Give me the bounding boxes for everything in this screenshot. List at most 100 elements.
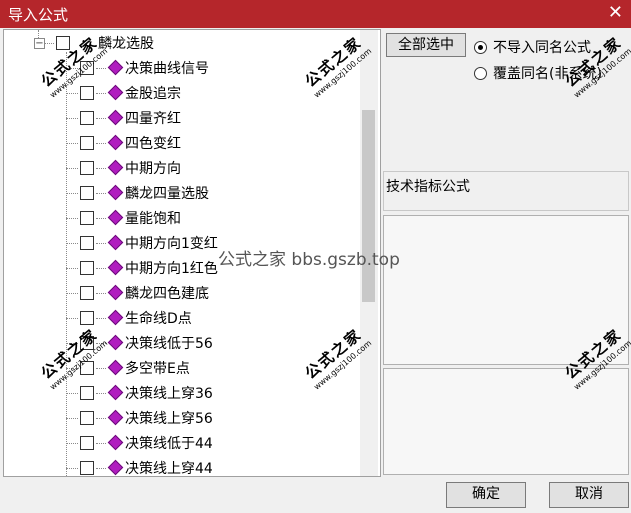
tree-line — [96, 268, 106, 269]
tree-line — [66, 318, 78, 319]
formula-gem-icon — [107, 184, 124, 201]
tree-line — [96, 118, 106, 119]
tree-line — [96, 143, 106, 144]
tree-item[interactable]: 生命线D点 — [4, 307, 354, 329]
tree-item-label: 四量齐红 — [125, 111, 181, 127]
radio-circle[interactable] — [474, 40, 487, 54]
item-checkbox[interactable] — [80, 136, 94, 150]
tree-line — [96, 68, 106, 69]
tree-line — [96, 243, 106, 244]
tree-line — [96, 193, 106, 194]
tree-item[interactable]: 四量齐红 — [4, 107, 354, 129]
tree-line — [66, 193, 78, 194]
scrollbar-thumb[interactable] — [362, 110, 375, 302]
tree-line — [66, 243, 78, 244]
formula-gem-icon — [107, 359, 124, 376]
window-title: 导入公式 — [8, 6, 69, 24]
bottom-bar: 确定 取消 — [0, 478, 631, 513]
tree-line — [66, 468, 78, 469]
formula-gem-icon — [107, 134, 124, 151]
item-checkbox[interactable] — [80, 86, 94, 100]
radio-skip-label: 不导入同名公式 — [493, 40, 591, 56]
formula-gem-icon — [107, 409, 124, 426]
formula-gem-icon — [107, 259, 124, 276]
tree-item[interactable]: 量能饱和 — [4, 207, 354, 229]
item-checkbox[interactable] — [80, 236, 94, 250]
category-label: 技术指标公式 — [386, 179, 470, 195]
formula-gem-icon — [107, 159, 124, 176]
tree-item-label: 决策曲线信号 — [125, 61, 209, 77]
tree-line — [96, 368, 106, 369]
tree-item-label: 金股追宗 — [125, 86, 181, 102]
tree-item-label: 生命线D点 — [125, 311, 192, 327]
tree-line — [66, 443, 78, 444]
tree-item-label: 多空带E点 — [125, 361, 190, 377]
formula-gem-icon — [107, 234, 124, 251]
tree-item-label: 中期方向 — [125, 161, 181, 177]
tree-line — [96, 393, 106, 394]
tree-item-label: 麟龙四量选股 — [125, 186, 209, 202]
tree-item[interactable]: 麟龙四量选股 — [4, 182, 354, 204]
tree-line — [66, 218, 78, 219]
item-checkbox[interactable] — [80, 411, 94, 425]
formula-gem-icon — [107, 284, 124, 301]
item-checkbox[interactable] — [80, 386, 94, 400]
detail-box[interactable] — [383, 368, 629, 475]
tree-line — [96, 293, 106, 294]
tree-line — [96, 218, 106, 219]
tree-line — [66, 418, 78, 419]
tree-line — [66, 293, 78, 294]
tree-item-label: 决策线上穿36 — [125, 386, 213, 402]
formula-gem-icon — [107, 334, 124, 351]
tree-item[interactable]: 麟龙四色建底 — [4, 282, 354, 304]
item-checkbox[interactable] — [80, 186, 94, 200]
tree-item-label: 麟龙四色建底 — [125, 286, 209, 302]
ok-button[interactable]: 确定 — [446, 482, 526, 508]
item-checkbox[interactable] — [80, 311, 94, 325]
item-checkbox[interactable] — [80, 286, 94, 300]
tree-item-label: 中期方向1红色 — [125, 261, 218, 277]
item-checkbox[interactable] — [80, 461, 94, 475]
tree-line — [96, 443, 106, 444]
category-box: 技术指标公式 — [383, 171, 629, 211]
tree-item-label: 四色变红 — [125, 136, 181, 152]
tree-item-label: 决策线低于56 — [125, 336, 213, 352]
tree-line — [96, 318, 106, 319]
tree-line — [66, 393, 78, 394]
tree-item-label: 决策线上穿56 — [125, 411, 213, 427]
radio-skip-duplicates[interactable]: 不导入同名公式 — [474, 37, 591, 57]
formula-gem-icon — [107, 434, 124, 451]
tree-item-label: 量能饱和 — [125, 211, 181, 227]
tree-line — [66, 168, 78, 169]
item-checkbox[interactable] — [80, 211, 94, 225]
formula-gem-icon — [107, 109, 124, 126]
item-checkbox[interactable] — [80, 261, 94, 275]
tree-item[interactable]: 中期方向 — [4, 157, 354, 179]
formula-gem-icon — [107, 209, 124, 226]
title-bar: 导入公式 ✕ — [0, 0, 631, 28]
tree-item[interactable]: 决策线上穿44 — [4, 457, 354, 477]
item-checkbox[interactable] — [80, 436, 94, 450]
cancel-button[interactable]: 取消 — [549, 482, 629, 508]
tree-line — [96, 168, 106, 169]
tree-line — [96, 468, 106, 469]
watermark-text: 公式之家 bbs.gszb.top — [218, 250, 400, 270]
tree-item-label: 决策线上穿44 — [125, 461, 213, 477]
tree-item[interactable]: 决策线低于44 — [4, 432, 354, 454]
tree-line — [66, 143, 78, 144]
radio-circle[interactable] — [474, 66, 487, 80]
select-all-button[interactable]: 全部选中 — [386, 33, 466, 57]
item-checkbox[interactable] — [80, 161, 94, 175]
tree-item[interactable]: 决策线上穿56 — [4, 407, 354, 429]
tree-root[interactable]: 麟龙选股 — [4, 32, 354, 54]
tree-line — [66, 268, 78, 269]
item-checkbox[interactable] — [80, 111, 94, 125]
tree-item-label: 决策线低于44 — [125, 436, 213, 452]
formula-gem-icon — [107, 84, 124, 101]
tree-line — [66, 93, 78, 94]
tree-item[interactable]: 四色变红 — [4, 132, 354, 154]
tree-line — [96, 418, 106, 419]
close-icon[interactable]: ✕ — [608, 2, 623, 23]
formula-gem-icon — [107, 384, 124, 401]
tree-line — [96, 93, 106, 94]
